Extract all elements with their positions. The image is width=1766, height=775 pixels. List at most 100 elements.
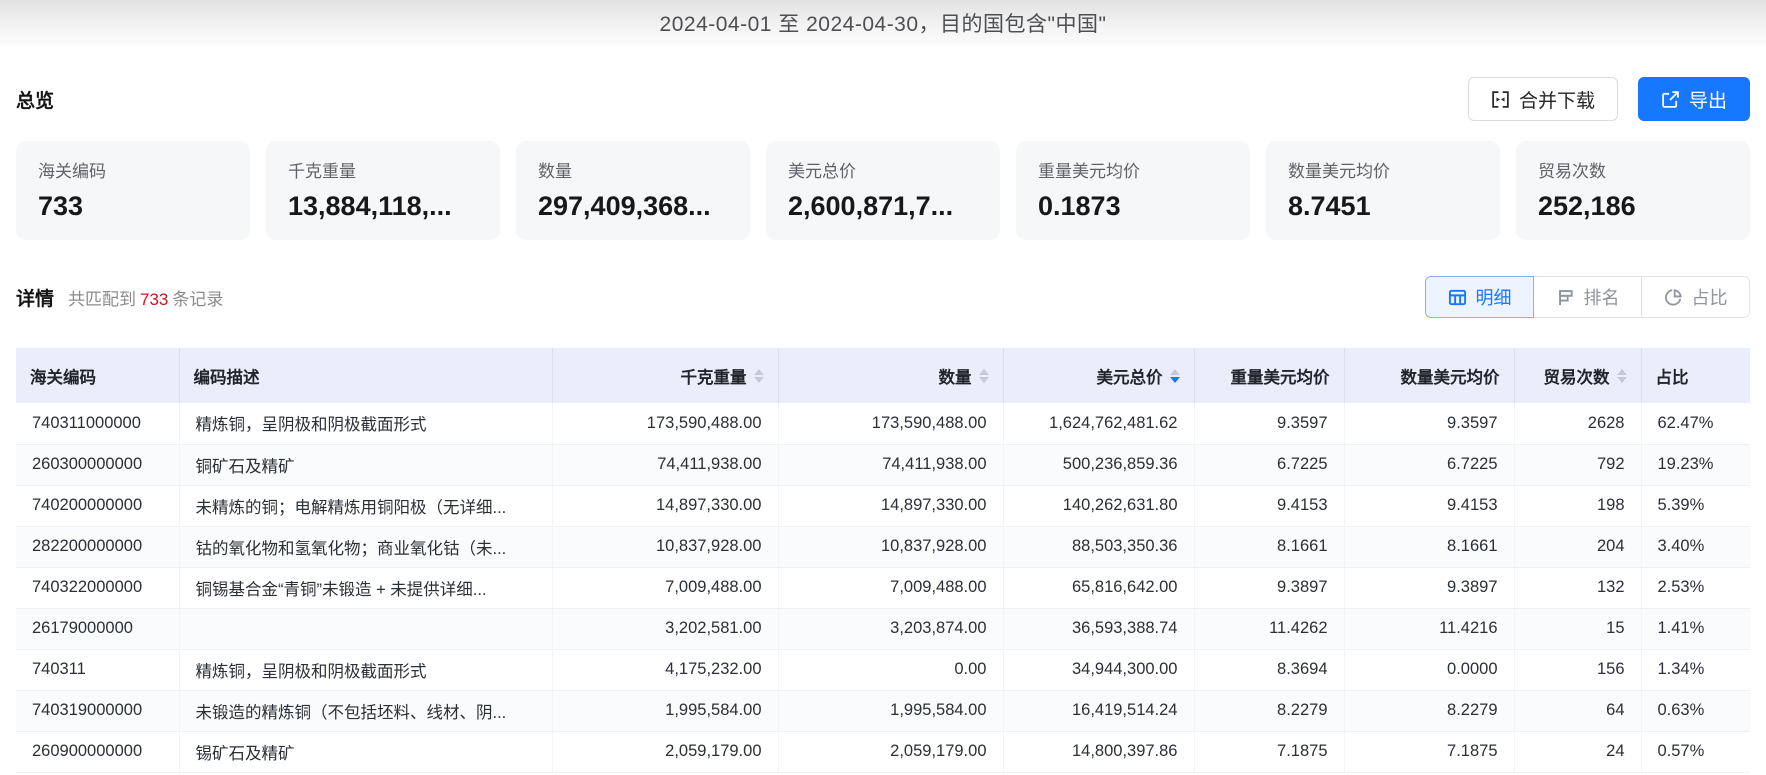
cell-usd: 88,503,350.36 — [1003, 526, 1194, 567]
cell-desc: 未锻造的精炼铜（不包括坯料、线材、阴... — [179, 690, 552, 731]
cell-weight: 74,411,938.00 — [552, 444, 778, 485]
cell-code: 740311 — [16, 649, 179, 690]
cell-qavg: 6.7225 — [1344, 444, 1514, 485]
card-value: 0.1873 — [1038, 191, 1228, 222]
rank-icon — [1556, 288, 1575, 307]
cell-qty: 1,995,584.00 — [778, 690, 1003, 731]
cell-qavg: 8.1661 — [1344, 526, 1514, 567]
sort-icon — [1170, 369, 1180, 383]
table-header-row: 海关编码编码描述千克重量 数量 美元总价 重量美元均价数量美元均价贸易次数 占比 — [16, 348, 1750, 403]
match-record-text: 共匹配到733条记录 — [68, 285, 223, 310]
cell-times: 2628 — [1514, 403, 1641, 444]
cell-weight: 10,837,928.00 — [552, 526, 778, 567]
tab-label: 明细 — [1476, 284, 1512, 310]
column-label: 千克重量 — [681, 364, 747, 388]
cell-times: 15 — [1514, 608, 1641, 649]
sort-icon — [979, 369, 989, 383]
merge-download-label: 合并下载 — [1519, 86, 1595, 113]
export-icon — [1661, 90, 1680, 109]
table-row: 261790000003,202,581.003,203,874.0036,59… — [16, 608, 1750, 649]
cell-pct: 2.53% — [1641, 567, 1750, 608]
cell-desc — [179, 608, 552, 649]
cell-qty: 14,897,330.00 — [778, 485, 1003, 526]
cell-code: 282200000000 — [16, 526, 179, 567]
card-label: 千克重量 — [288, 157, 478, 182]
cell-weight: 2,059,179.00 — [552, 731, 778, 772]
card-value: 2,600,871,7... — [788, 191, 978, 222]
cell-wavg: 11.4262 — [1194, 608, 1344, 649]
cell-desc: 锡矿石及精矿 — [179, 731, 552, 772]
cell-qty: 0.00 — [778, 649, 1003, 690]
cell-qavg: 8.2279 — [1344, 690, 1514, 731]
card-label: 美元总价 — [788, 157, 978, 182]
tab-label: 占比 — [1692, 284, 1728, 310]
match-suffix: 条记录 — [172, 290, 223, 309]
column-label: 数量美元均价 — [1401, 364, 1500, 388]
cell-qty: 3,203,874.00 — [778, 608, 1003, 649]
column-label: 贸易次数 — [1544, 364, 1610, 388]
column-header-pct: 占比 — [1641, 348, 1750, 403]
column-header-times[interactable]: 贸易次数 — [1514, 348, 1641, 403]
column-header-qavg: 数量美元均价 — [1344, 348, 1514, 403]
cell-qavg: 9.3897 — [1344, 567, 1514, 608]
cell-usd: 14,800,397.86 — [1003, 731, 1194, 772]
export-button[interactable]: 导出 — [1638, 77, 1750, 121]
card-value: 8.7451 — [1288, 191, 1478, 222]
cell-code: 740319000000 — [16, 690, 179, 731]
merge-download-button[interactable]: 合并下载 — [1468, 77, 1618, 121]
cell-weight: 3,202,581.00 — [552, 608, 778, 649]
cell-pct: 1.34% — [1641, 649, 1750, 690]
column-header-qty[interactable]: 数量 — [778, 348, 1003, 403]
column-header-weight[interactable]: 千克重量 — [552, 348, 778, 403]
detail-heading: 详情 — [16, 284, 54, 311]
card-value: 13,884,118,... — [288, 191, 478, 222]
card-label: 数量美元均价 — [1288, 157, 1478, 182]
cell-usd: 65,816,642.00 — [1003, 567, 1194, 608]
cell-usd: 500,236,859.36 — [1003, 444, 1194, 485]
cell-qty: 74,411,938.00 — [778, 444, 1003, 485]
tab-占比[interactable]: 占比 — [1641, 276, 1750, 318]
cell-desc: 未精炼的铜；电解精炼用铜阳极（无详细... — [179, 485, 552, 526]
cell-desc: 铜矿石及精矿 — [179, 444, 552, 485]
cell-desc: 精炼铜，呈阴极和阴极截面形式 — [179, 649, 552, 690]
table-row: 740322000000铜锡基合金“青铜”未锻造 + 未提供详细...7,009… — [16, 567, 1750, 608]
cell-pct: 0.57% — [1641, 731, 1750, 772]
tab-label: 排名 — [1584, 284, 1620, 310]
cell-times: 156 — [1514, 649, 1641, 690]
cell-code: 740322000000 — [16, 567, 179, 608]
table-row: 740311000000精炼铜，呈阴极和阴极截面形式173,590,488.00… — [16, 403, 1750, 444]
cell-pct: 0.63% — [1641, 690, 1750, 731]
cell-code: 740311000000 — [16, 403, 179, 444]
column-label: 重量美元均价 — [1231, 364, 1330, 388]
card-label: 贸易次数 — [1538, 157, 1728, 182]
column-header-usd[interactable]: 美元总价 — [1003, 348, 1194, 403]
cell-times: 204 — [1514, 526, 1641, 567]
table-row: 260300000000铜矿石及精矿74,411,938.0074,411,93… — [16, 444, 1750, 485]
match-count: 733 — [136, 290, 172, 309]
card-label: 重量美元均价 — [1038, 157, 1228, 182]
tab-明细[interactable]: 明细 — [1425, 276, 1534, 318]
cell-times: 792 — [1514, 444, 1641, 485]
cell-usd: 1,624,762,481.62 — [1003, 403, 1194, 444]
cell-pct: 62.47% — [1641, 403, 1750, 444]
summary-card: 海关编码 733 — [16, 141, 250, 240]
cell-wavg: 8.1661 — [1194, 526, 1344, 567]
cell-wavg: 8.3694 — [1194, 649, 1344, 690]
cell-qty: 2,059,179.00 — [778, 731, 1003, 772]
cell-qavg: 7.1875 — [1344, 731, 1514, 772]
summary-card: 千克重量 13,884,118,... — [266, 141, 500, 240]
cell-times: 132 — [1514, 567, 1641, 608]
column-label: 美元总价 — [1097, 364, 1163, 388]
summary-card: 数量 297,409,368... — [516, 141, 750, 240]
tab-排名[interactable]: 排名 — [1533, 276, 1642, 318]
table-row: 740311精炼铜，呈阴极和阴极截面形式4,175,232.000.0034,9… — [16, 649, 1750, 690]
overview-heading: 总览 — [16, 86, 54, 113]
table-row: 282200000000钴的氧化物和氢氧化物；商业氧化钴（未...10,837,… — [16, 526, 1750, 567]
filter-summary-title: 2024-04-01 至 2024-04-30，目的国包含"中国" — [660, 8, 1107, 38]
cell-qavg: 9.3597 — [1344, 403, 1514, 444]
cell-weight: 7,009,488.00 — [552, 567, 778, 608]
cell-times: 24 — [1514, 731, 1641, 772]
cell-usd: 140,262,631.80 — [1003, 485, 1194, 526]
summary-card: 美元总价 2,600,871,7... — [766, 141, 1000, 240]
summary-card: 重量美元均价 0.1873 — [1016, 141, 1250, 240]
